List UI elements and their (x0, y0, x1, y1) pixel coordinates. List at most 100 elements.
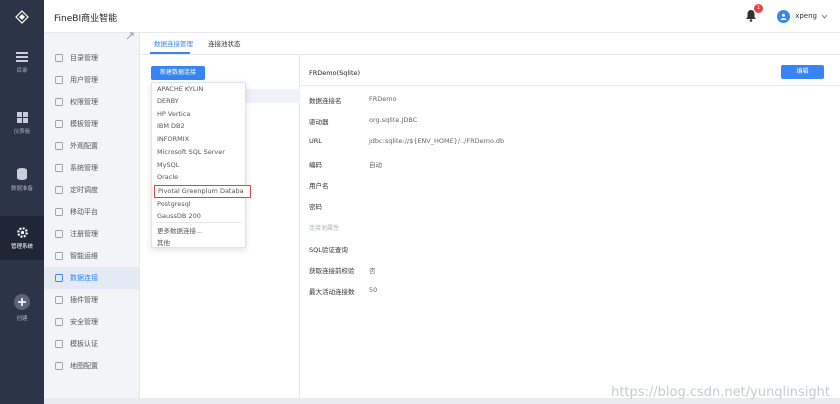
sidebar-item-label: 权限管理 (70, 98, 98, 106)
clock-icon (54, 185, 64, 195)
field-value-driver: org.sqlite.JDBC (369, 116, 418, 124)
sidebar-item-label: 外观配置 (70, 142, 98, 150)
dropdown-option[interactable]: Pivotal Greenplum Databa (154, 185, 251, 198)
sidebar-item-map[interactable]: 地图配置 (44, 355, 139, 377)
app-logo[interactable] (0, 0, 44, 33)
dropdown-option[interactable]: Microsoft SQL Server (157, 148, 225, 156)
dashboard-icon (16, 111, 28, 123)
avatar[interactable] (777, 9, 791, 23)
list-icon (16, 52, 28, 62)
field-label-max-active: 最大活动连接数 (309, 288, 355, 296)
app-title: FineBI商业智能 (54, 14, 118, 24)
dropdown-divider (156, 222, 242, 223)
appearance-icon (54, 141, 64, 151)
sidebar-item-data-connection[interactable]: 数据连接 (44, 267, 139, 289)
field-value-max-active: 50 (369, 286, 378, 294)
mobile-icon (54, 207, 64, 217)
dropdown-option[interactable]: Postgresql (157, 200, 191, 208)
sidebar-item-certification[interactable]: 模板认证 (44, 333, 139, 355)
sidebar-item-label: 模板认证 (70, 340, 98, 348)
data-connection-icon (54, 273, 64, 283)
connection-title: FRDemo(Sqlite) (309, 69, 361, 77)
notification-bell-icon[interactable]: 1 (745, 4, 764, 23)
field-label-sql-validation: SQL验证查询 (309, 246, 348, 254)
system-icon (54, 163, 64, 173)
dropdown-option[interactable]: APACHE KYLIN (157, 85, 203, 93)
field-value-validate-before: 否 (369, 267, 376, 275)
database-type-dropdown: APACHE KYLIN DERBY HP Vertica IBM DB2 INFORM… (151, 82, 251, 248)
sidebar-item-label: 系统管理 (70, 164, 98, 172)
top-bar: FineBI商业智能 1 xpeng (0, 0, 840, 33)
nav-item-create[interactable]: 创建 (0, 286, 44, 330)
user-icon (54, 75, 64, 85)
sidebar-item-label: 地图配置 (70, 362, 98, 370)
sidebar-item-system[interactable]: 系统管理 (44, 157, 139, 179)
folder-icon (54, 53, 64, 63)
logo-icon (15, 9, 29, 24)
notification-badge: 1 (754, 4, 764, 13)
dropdown-option[interactable]: HP Vertica (157, 110, 190, 118)
watermark: https://blog.csdn.net/yunqlinsight (611, 385, 830, 400)
field-value-encoding: 自动 (369, 161, 382, 169)
sidebar-item-permission[interactable]: 权限管理 (44, 91, 139, 113)
dropdown-option[interactable]: IBM DB2 (157, 122, 185, 130)
sidebar-item-label: 用户管理 (70, 76, 98, 84)
connection-detail-panel: FRDemo(Sqlite) 编辑 数据连接名 FRDemo 驱动器 org.s… (301, 55, 840, 404)
sidebar-item-label: 智能运维 (70, 252, 98, 260)
field-label-validate-before: 获取连接前校验 (309, 267, 355, 275)
sidebar-item-clock[interactable]: 定时调度 (44, 179, 139, 201)
permission-icon (54, 97, 64, 107)
sidebar-item-security[interactable]: 安全管理 (44, 311, 139, 333)
dropdown-option[interactable]: 其他 (157, 237, 170, 247)
tab-connection-management[interactable]: 数据连接管理 (154, 38, 193, 48)
dropdown-option[interactable]: DERBY (157, 97, 179, 105)
plugin-icon (54, 295, 64, 305)
sidebar-item-label: 插件管理 (70, 296, 98, 304)
nav-item-data-prep[interactable]: 数据准备 (0, 158, 44, 202)
edit-button[interactable]: 编辑 (781, 65, 824, 79)
left-nav: 目录 仪表板 数据准备 管理系统 创建 (0, 33, 44, 404)
sidebar-item-label: 模板管理 (70, 120, 98, 128)
nav-item-dashboard[interactable]: 仪表板 (0, 101, 44, 145)
new-connection-button[interactable]: 新建数据连接 (151, 66, 205, 80)
certification-icon (54, 339, 64, 349)
field-label-driver: 驱动器 (309, 118, 329, 126)
dropdown-option[interactable]: 更多数据连接... (157, 225, 202, 235)
sidebar-item-folder[interactable]: 目录管理 (44, 47, 139, 69)
dropdown-option[interactable]: INFORMIX (157, 135, 189, 143)
admin-submenu: 目录管理用户管理权限管理模板管理外观配置系统管理定时调度移动平台注册管理智能运维… (44, 32, 140, 404)
sidebar-item-template[interactable]: 模板管理 (44, 113, 139, 135)
gear-icon (16, 226, 28, 238)
sidebar-item-ops[interactable]: 智能运维 (44, 245, 139, 267)
field-value-url: jdbc:sqlite://${ENV_HOME}/../FRDemo.db (369, 137, 505, 145)
divider (301, 85, 840, 86)
chevron-down-icon[interactable] (821, 14, 828, 19)
user-name[interactable]: xpeng (795, 12, 817, 20)
sidebar-item-register[interactable]: 注册管理 (44, 223, 139, 245)
dropdown-option[interactable]: MySQL (157, 161, 179, 169)
register-icon (54, 229, 64, 239)
sidebar-item-plugin[interactable]: 插件管理 (44, 289, 139, 311)
sidebar-item-appearance[interactable]: 外观配置 (44, 135, 139, 157)
pool-section-title: 连接池属性 (309, 225, 340, 232)
tab-pool-status[interactable]: 连接池状态 (208, 38, 241, 48)
active-tab-indicator (150, 52, 190, 54)
tab-bar: 数据连接管理 连接池状态 (140, 33, 840, 55)
dropdown-option[interactable]: GaussDB 200 (157, 212, 201, 220)
field-label-password: 密码 (309, 203, 322, 211)
nav-item-admin[interactable]: 管理系统 (0, 216, 44, 260)
sidebar-item-label: 移动平台 (70, 208, 98, 216)
security-icon (54, 317, 64, 327)
field-label-url: URL (309, 137, 322, 145)
sidebar-item-user[interactable]: 用户管理 (44, 69, 139, 91)
map-icon (54, 361, 64, 371)
sidebar-item-label: 注册管理 (70, 230, 98, 238)
database-icon (17, 168, 27, 180)
sidebar-item-label: 数据连接 (70, 274, 98, 282)
nav-item-catalog[interactable]: 目录 (0, 41, 44, 85)
sidebar-item-mobile[interactable]: 移动平台 (44, 201, 139, 223)
ops-icon (54, 251, 64, 261)
dropdown-option[interactable]: Oracle (157, 173, 178, 181)
template-icon (54, 119, 64, 129)
collapse-icon[interactable] (126, 32, 134, 42)
